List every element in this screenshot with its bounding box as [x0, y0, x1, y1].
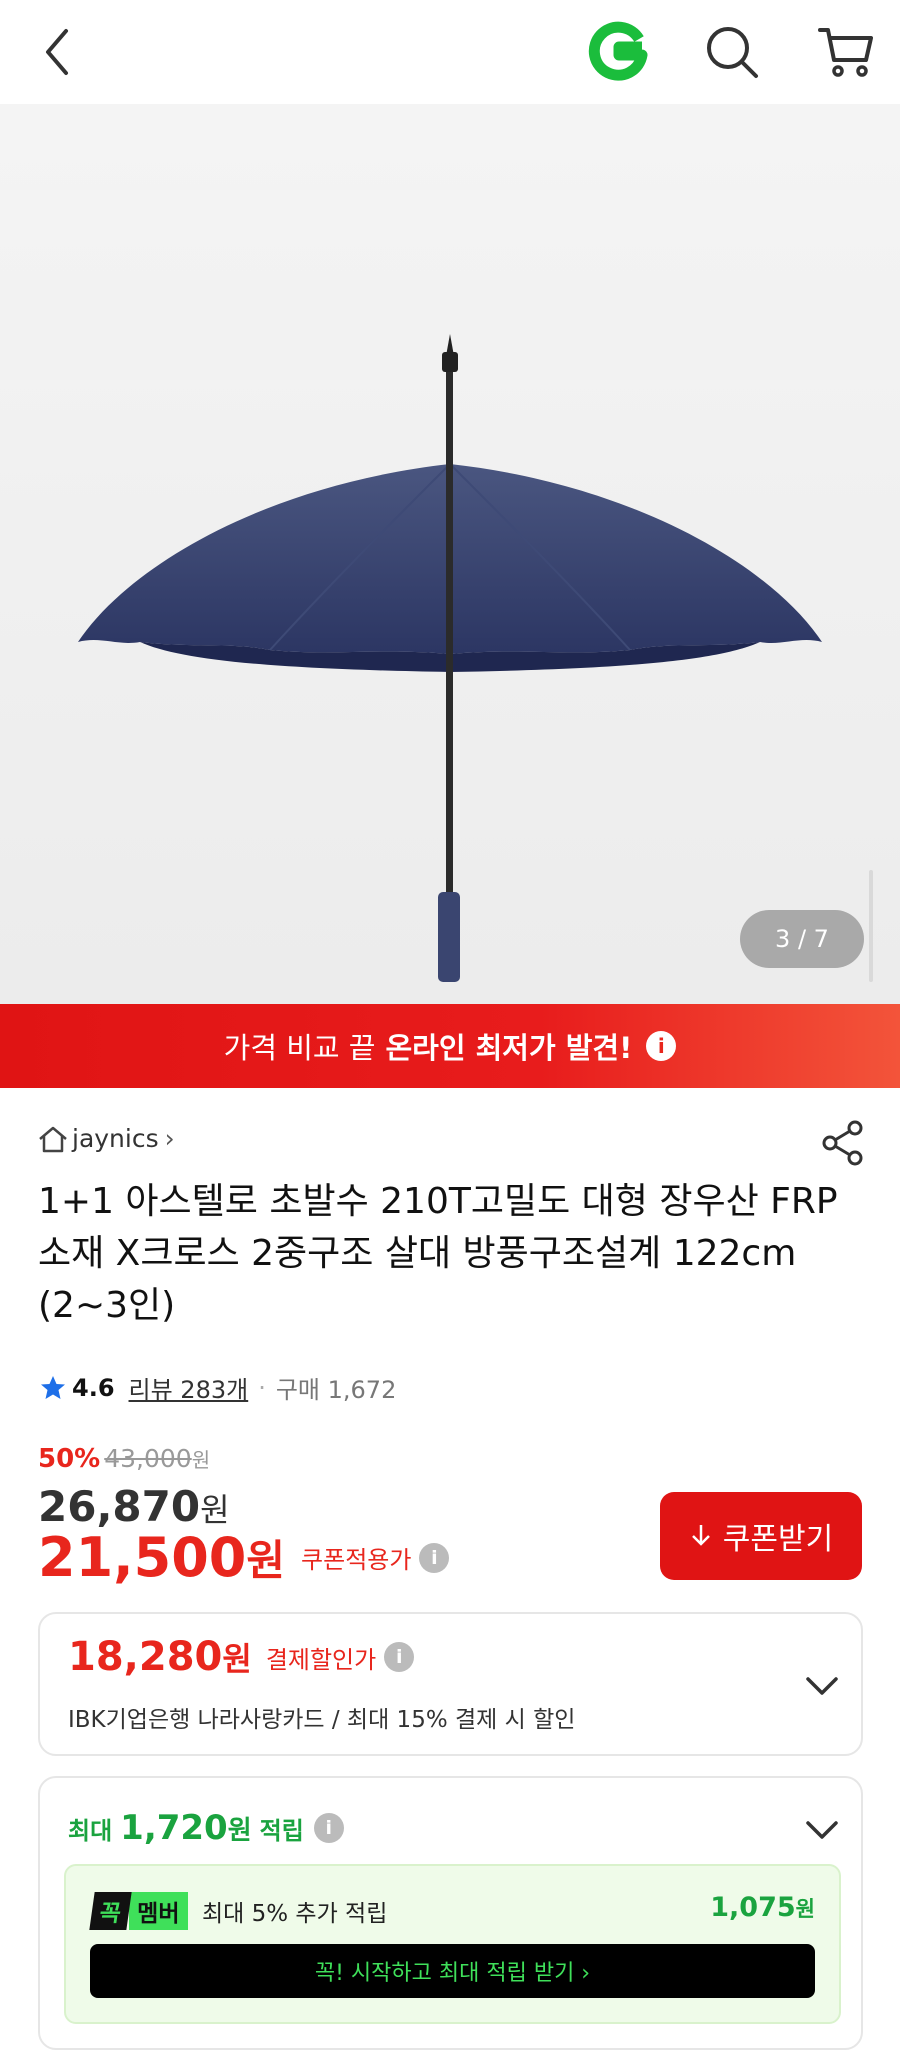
sale-price-unit: 원	[200, 1491, 230, 1529]
rating-score: 4.6	[72, 1373, 115, 1402]
discount-rate: 50%	[38, 1444, 101, 1474]
member-badge-right: 멤버	[129, 1892, 188, 1930]
card-discount-box[interactable]: 18,280 원 결제할인가 i IBK기업은행 나라사랑카드 / 최대 15% …	[38, 1612, 863, 1756]
image-counter: 3 / 7	[740, 910, 864, 968]
lowest-price-banner[interactable]: 가격 비교 끝 온라인 최저가 발견! i	[0, 1004, 900, 1088]
member-amount: 1,075원	[710, 1892, 815, 1923]
chevron-down-icon[interactable]	[802, 1666, 842, 1706]
info-icon[interactable]: i	[313, 1813, 344, 1843]
review-link[interactable]: 리뷰 283개	[129, 1370, 249, 1405]
discount-row: 50% 43,000 원	[38, 1444, 210, 1474]
info-icon[interactable]: i	[646, 1031, 677, 1061]
points-unit: 원	[227, 1815, 252, 1846]
original-price-unit: 원	[191, 1448, 211, 1472]
separator: ·	[258, 1373, 266, 1402]
top-app-bar	[0, 0, 900, 104]
card-price-label: 결제할인가	[265, 1645, 377, 1674]
member-badge: 꼭 멤버	[89, 1892, 188, 1930]
umbrella-image	[78, 334, 822, 982]
gmarket-logo-icon	[588, 21, 648, 81]
coupon-price-unit: 원	[246, 1536, 286, 1585]
share-icon	[822, 1120, 863, 1166]
back-button[interactable]	[22, 0, 92, 104]
member-text: 최대 5% 추가 적립	[202, 1901, 388, 1927]
banner-text: 가격 비교 끝	[223, 1031, 376, 1065]
get-coupon-button[interactable]: 쿠폰받기	[660, 1492, 862, 1580]
coupon-price-label: 쿠폰적용가	[301, 1546, 412, 1574]
chevron-right-icon: ›	[164, 1124, 175, 1153]
seller-link[interactable]: jaynics ›	[38, 1124, 175, 1153]
rating-row: 4.6 리뷰 283개 · 구매 1,672	[40, 1370, 396, 1405]
back-icon	[46, 29, 68, 75]
seller-name: jaynics	[72, 1124, 159, 1153]
purchase-count: 구매 1,672	[275, 1376, 397, 1404]
info-icon[interactable]: i	[419, 1542, 450, 1573]
points-suffix: 적립	[259, 1816, 304, 1845]
info-icon[interactable]: i	[384, 1642, 415, 1672]
search-icon	[707, 27, 758, 78]
product-image-gallery[interactable]: 3 / 7	[0, 104, 900, 1004]
sale-price: 26,870원	[38, 1482, 230, 1531]
search-button[interactable]	[694, 0, 770, 104]
sale-price-value: 26,870	[38, 1482, 201, 1531]
scrollbar[interactable]	[869, 870, 873, 982]
get-coupon-label: 쿠폰받기	[722, 1522, 834, 1557]
card-price-unit: 원	[222, 1640, 252, 1678]
gmarket-home-button[interactable]	[578, 0, 658, 104]
member-amount-unit: 원	[795, 1897, 815, 1921]
points-box: 최대 1,720 원 적립 i 꼭 멤버 최대 5% 추가 적립 1,075원 꼭…	[38, 1776, 863, 2050]
cart-icon	[818, 28, 873, 77]
member-amount-value: 1,075	[710, 1892, 796, 1923]
product-title: 1+1 아스텔로 초발수 210T고밀도 대형 장우산 FRP소재 X크로스 2…	[38, 1181, 838, 1326]
star-icon	[41, 1375, 65, 1399]
card-discount-description: IBK기업은행 나라사랑카드 / 최대 15% 결제 시 할인	[68, 1707, 576, 1733]
member-points-panel: 꼭 멤버 최대 5% 추가 적립 1,075원 꼭! 시작하고 최대 적립 받기…	[64, 1864, 841, 2024]
share-button[interactable]	[818, 1118, 868, 1168]
card-price-value: 18,280	[68, 1634, 223, 1680]
points-amount: 1,720	[120, 1808, 228, 1848]
coupon-price: 21,500 원 쿠폰적용가 i	[38, 1526, 450, 1589]
banner-strong-text: 온라인 최저가 발견!	[385, 1031, 633, 1065]
points-prefix: 최대	[68, 1816, 113, 1845]
chevron-down-icon[interactable]	[802, 1810, 842, 1850]
download-icon	[691, 1525, 710, 1546]
home-icon	[39, 1126, 67, 1152]
cart-button[interactable]	[806, 0, 886, 104]
original-price: 43,000	[104, 1444, 192, 1473]
member-badge-left: 꼭	[89, 1892, 132, 1930]
coupon-price-value: 21,500	[38, 1526, 247, 1589]
member-start-button[interactable]: 꼭! 시작하고 최대 적립 받기 ›	[90, 1944, 815, 1998]
